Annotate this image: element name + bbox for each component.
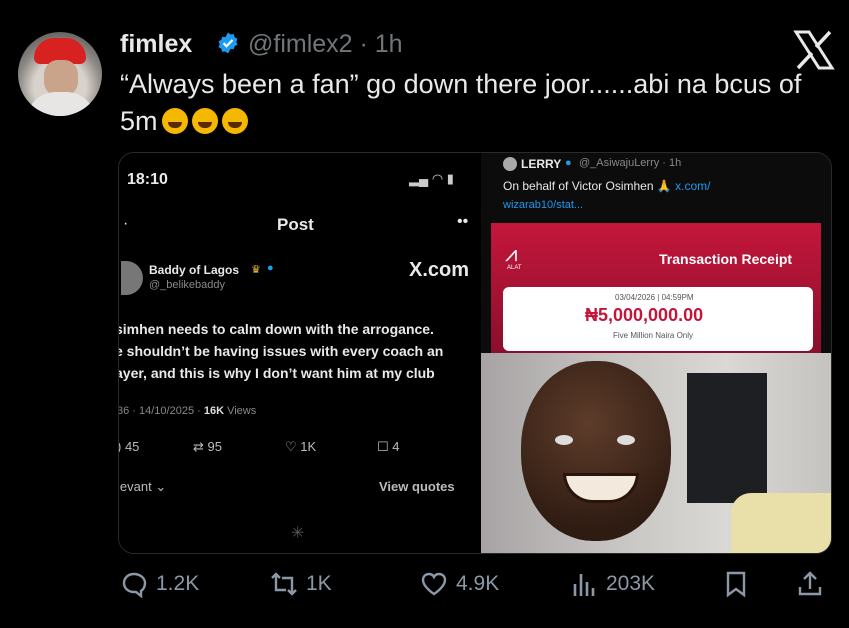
post-line-1: simhen needs to calm down with the arrog… [118, 321, 434, 337]
reaction-photo [481, 353, 831, 553]
view-quotes-link: View quotes [379, 479, 455, 494]
post-views-count: 16K [203, 405, 225, 417]
embedded-receipt-post: LERRY ● @_AsiwajuLerry · 1h On behalf of… [481, 153, 831, 353]
post-line-3: ayer, and this is why I don’t want him a… [118, 365, 435, 381]
repost-icon [271, 572, 297, 596]
post-date: 36 · 14/10/2025 · [118, 405, 204, 417]
reply-action[interactable]: 1.2K [120, 570, 199, 598]
lerry-handle-time: @_AsiwajuLerry · 1h [579, 157, 682, 169]
receipt-title: Transaction Receipt [659, 251, 793, 267]
author-avatar-small [121, 261, 143, 295]
alat-logo-text: ALAT [507, 265, 522, 271]
crown-emoji-icon: ♛ [251, 264, 261, 276]
man-head [521, 361, 671, 541]
relevant-label: levant [118, 479, 152, 494]
verified-small-icon: ● [267, 262, 274, 274]
verified-badge-icon [218, 32, 238, 54]
bookmark-count: 4 [392, 439, 400, 454]
author-name[interactable]: fimlex [120, 30, 192, 59]
receipt-post-text: On behalf of Victor Osimhen 🙏 x.com/ [503, 179, 711, 193]
back-arrow-icon: · [123, 215, 129, 232]
repost-count: 1K [306, 572, 332, 595]
views-chart-icon [573, 574, 595, 596]
man-eye-right [617, 435, 635, 445]
tweet-media[interactable]: 18:10 ▂▄ ◠ ▮ · Post •• Baddy of Lagos ♛ … [118, 152, 832, 554]
views-count: 203K [606, 572, 656, 595]
alat-logo-icon: ⩘ [505, 241, 518, 266]
signal-wifi-icon: ▂▄ ◠ ▮ [409, 171, 454, 186]
bookmark-icon [726, 571, 746, 598]
laughing-emoji-icon [191, 108, 218, 134]
author-avatar[interactable] [18, 32, 102, 116]
embedded-author-handle: @_belikebaddy [149, 279, 225, 291]
embedded-author-name: Baddy of Lagos [149, 263, 240, 277]
tweet-text: “Always been a fan” go down there joor..… [120, 66, 820, 140]
embedded-repost-count: ⇄ 95 [193, 439, 222, 454]
embedded-bookmark-count: ☐ 4 [377, 439, 400, 454]
embedded-like-count: ♡ 1K [285, 439, 317, 454]
loading-spinner-icon: ✳ [291, 525, 305, 542]
views-action[interactable]: 203K [570, 570, 655, 598]
receipt-date: 03/04/2026 | 04:59PM [615, 293, 694, 302]
repost-count: 95 [207, 439, 222, 454]
yellow-cloth [731, 493, 831, 553]
brand-watermark: X.com [409, 259, 470, 281]
relevant-sort: levant ⌄ [118, 479, 167, 494]
avatar-face [44, 60, 78, 96]
laughing-emoji-icon [161, 108, 188, 134]
post-views-label: Views [224, 405, 257, 417]
lerry-name: LERRY [521, 157, 562, 171]
repost-action[interactable]: 1K [270, 570, 332, 598]
post-line-2: e shouldn’t be having issues with every … [118, 343, 444, 359]
reply-count: 45 [124, 439, 140, 454]
bookmark-action[interactable] [722, 570, 750, 598]
share-action[interactable] [796, 570, 824, 598]
laughing-emoji-icon [221, 108, 248, 134]
receipt-amount-words: Five Million Naira Only [613, 331, 694, 340]
reply-count: 1.2K [156, 572, 200, 595]
share-icon [798, 571, 822, 596]
status-time: 18:10 [127, 171, 168, 188]
reply-icon [122, 572, 147, 598]
praying-hands-icon: 🙏 [656, 179, 672, 193]
receipt-amount: ₦5,000,000.00 [585, 305, 704, 325]
embedded-reply-count: ) 45 [119, 439, 140, 454]
lerry-avatar [503, 157, 517, 171]
receipt-link-2: wizarab10/stat... [503, 199, 584, 211]
author-handle-time[interactable]: @fimlex2 · 1h [248, 30, 403, 59]
receipt-post-line: On behalf of Victor Osimhen [503, 179, 654, 193]
heart-icon [421, 572, 447, 596]
receipt-link-1: x.com/ [671, 179, 711, 193]
like-action[interactable]: 4.9K [420, 570, 499, 598]
verified-small-icon: ● [565, 157, 572, 169]
like-count: 4.9K [456, 572, 500, 595]
like-count: 1K [300, 439, 317, 454]
more-dots-icon: •• [457, 213, 469, 230]
man-eye-left [555, 435, 573, 445]
avatar-shirt [26, 92, 96, 116]
post-header-title: Post [277, 215, 314, 234]
background-tv [687, 373, 767, 503]
embedded-screenshot-post: 18:10 ▂▄ ◠ ▮ · Post •• Baddy of Lagos ♛ … [119, 153, 481, 553]
post-date-line: 36 · 14/10/2025 · 16K Views [118, 405, 257, 417]
